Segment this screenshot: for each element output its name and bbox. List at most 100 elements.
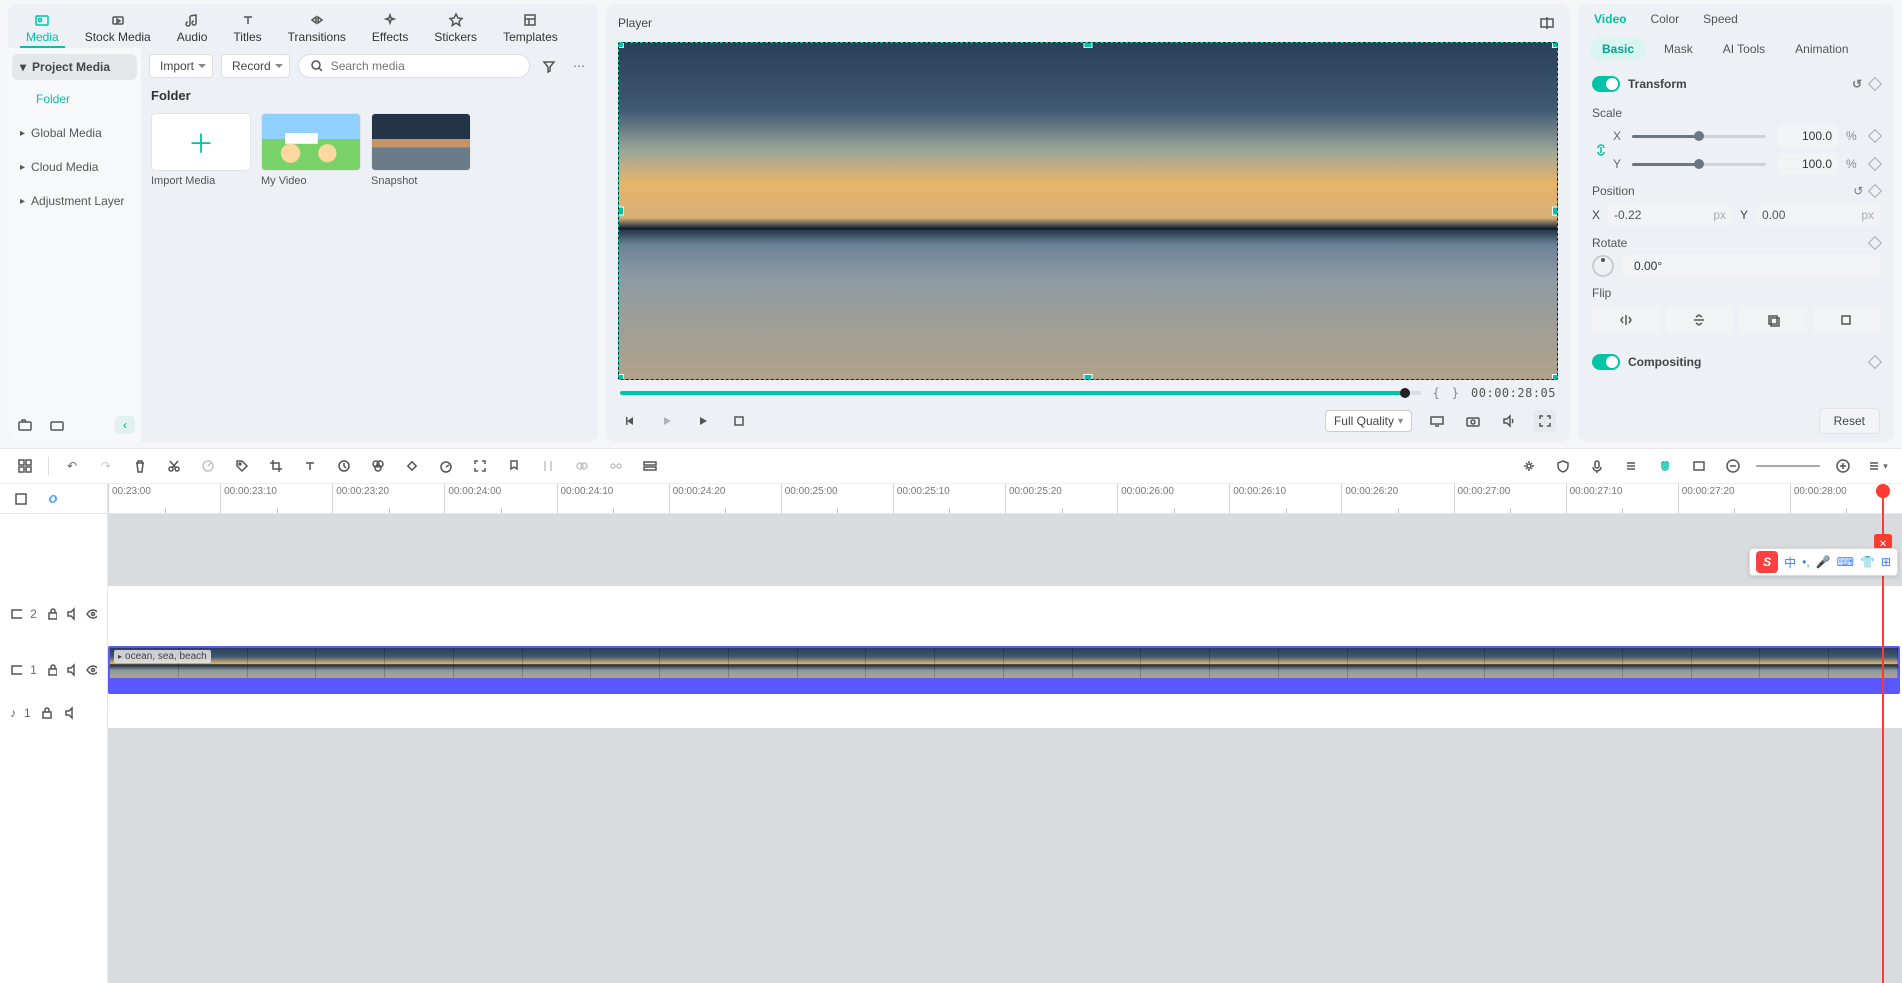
link-lock-icon[interactable]	[1593, 142, 1609, 158]
tag-icon[interactable]	[231, 455, 253, 477]
eye-icon[interactable]	[85, 662, 97, 678]
ime-shirt-icon[interactable]: 👕	[1860, 555, 1875, 569]
flip-vertical-button[interactable]	[1666, 306, 1734, 334]
props-tab-color[interactable]: Color	[1650, 12, 1679, 30]
scale-y-slider[interactable]	[1632, 163, 1766, 166]
lock-icon[interactable]	[45, 606, 57, 622]
compositing-keyframe[interactable]	[1868, 355, 1882, 369]
project-media-header[interactable]: ▾Project Media	[12, 54, 137, 80]
redo-icon[interactable]: ↷	[95, 455, 117, 477]
track-a1[interactable]	[108, 698, 1902, 728]
voice-icon[interactable]	[1586, 455, 1608, 477]
reset-button[interactable]: Reset	[1819, 408, 1880, 434]
subtab-ai-tools[interactable]: AI Tools	[1711, 38, 1777, 60]
subtab-basic[interactable]: Basic	[1590, 38, 1646, 60]
prev-frame-icon[interactable]	[620, 410, 642, 432]
tab-titles[interactable]: Titles	[227, 10, 267, 48]
adjust-icon[interactable]	[537, 455, 559, 477]
stop-icon[interactable]	[728, 410, 750, 432]
collapse-sidebar-icon[interactable]: ‹	[115, 416, 135, 434]
scale-y-keyframe[interactable]	[1868, 157, 1882, 171]
flip-horizontal-button[interactable]	[1592, 306, 1660, 334]
ungroup-icon[interactable]	[605, 455, 627, 477]
text-tool-icon[interactable]	[299, 455, 321, 477]
mute-icon[interactable]	[63, 705, 79, 721]
mute-icon[interactable]	[65, 662, 77, 678]
cut-icon[interactable]	[163, 455, 185, 477]
shield-icon[interactable]	[1552, 455, 1574, 477]
lock-icon[interactable]	[45, 662, 57, 678]
more-icon[interactable]: ⋯	[568, 55, 590, 77]
mark-out-icon[interactable]: }	[1452, 386, 1459, 400]
volume-icon[interactable]	[1498, 410, 1520, 432]
scale-y-value[interactable]: 100.0	[1778, 153, 1838, 175]
zoom-out-icon[interactable]	[1722, 455, 1744, 477]
tab-media[interactable]: Media	[20, 10, 65, 48]
eye-icon[interactable]	[85, 606, 97, 622]
clip-ocean[interactable]: ocean, sea, beach	[108, 646, 1900, 694]
transform-reset-icon[interactable]: ↺	[1852, 77, 1862, 91]
undo-icon[interactable]: ↶	[61, 455, 83, 477]
compare-icon[interactable]	[1536, 12, 1558, 34]
tl-collapse-icon[interactable]	[10, 488, 32, 510]
tab-effects[interactable]: Effects	[366, 10, 414, 48]
keyframe-tool-icon[interactable]	[401, 455, 423, 477]
tab-stock-media[interactable]: Stock Media	[79, 10, 157, 48]
pos-x-input[interactable]: -0.22px	[1608, 204, 1732, 226]
speed-ramp-icon[interactable]	[435, 455, 457, 477]
tl-layout-icon[interactable]	[14, 455, 36, 477]
tab-transitions[interactable]: Transitions	[282, 10, 352, 48]
scrub-bar[interactable]	[620, 391, 1421, 395]
tab-audio[interactable]: Audio	[171, 10, 214, 48]
track-head-v2[interactable]: 2	[0, 586, 107, 642]
track-v2[interactable]	[108, 586, 1902, 642]
transform-keyframe-icon[interactable]	[1868, 77, 1882, 91]
color-tool-icon[interactable]	[367, 455, 389, 477]
delete-icon[interactable]	[129, 455, 151, 477]
mute-icon[interactable]	[65, 606, 77, 622]
rotate-dial[interactable]	[1592, 255, 1614, 277]
tl-link-icon[interactable]	[42, 488, 64, 510]
flip-reset-button[interactable]	[1813, 306, 1881, 334]
sidebar-adjustment-layer[interactable]: Adjustment Layer	[12, 186, 137, 216]
quality-dropdown[interactable]: Full Quality	[1325, 410, 1412, 432]
transform-toggle[interactable]	[1592, 76, 1620, 92]
pos-y-input[interactable]: 0.00px	[1756, 204, 1880, 226]
fullscreen-icon[interactable]	[1534, 410, 1556, 432]
speed-tool-icon[interactable]	[197, 455, 219, 477]
display-icon[interactable]	[1426, 410, 1448, 432]
marker-tool-icon[interactable]	[503, 455, 525, 477]
timeline-ruler[interactable]: 00:23:0000:00:23:1000:00:23:2000:00:24:0…	[108, 484, 1902, 514]
crop-icon[interactable]	[265, 455, 287, 477]
group-icon[interactable]	[571, 455, 593, 477]
props-tab-video[interactable]: Video	[1594, 12, 1626, 30]
play-icon[interactable]	[692, 410, 714, 432]
tab-stickers[interactable]: Stickers	[428, 10, 483, 48]
magnet-icon[interactable]	[1654, 455, 1676, 477]
search-input[interactable]	[331, 59, 519, 73]
ime-mic-icon[interactable]: 🎤	[1816, 555, 1831, 569]
import-dropdown[interactable]: Import	[149, 54, 213, 78]
clip-snapshot[interactable]: Snapshot	[371, 113, 471, 187]
position-keyframe[interactable]	[1868, 184, 1882, 198]
record-dropdown[interactable]: Record	[221, 54, 290, 78]
zoom-slider[interactable]	[1756, 465, 1820, 467]
scale-x-value[interactable]: 100.0	[1778, 125, 1838, 147]
sidebar-cloud-media[interactable]: Cloud Media	[12, 152, 137, 182]
ime-grid-icon[interactable]: ⊞	[1881, 555, 1891, 569]
mark-in-icon[interactable]: {	[1433, 386, 1440, 400]
timeline-tracks[interactable]: 00:23:0000:00:23:1000:00:23:2000:00:24:0…	[108, 484, 1902, 983]
rotate-value[interactable]: 0.00°	[1622, 255, 1880, 277]
props-tab-speed[interactable]: Speed	[1703, 12, 1738, 30]
new-bin-icon[interactable]	[14, 414, 36, 436]
track-v1[interactable]: ocean, sea, beach	[108, 642, 1902, 698]
timeline-options-icon[interactable]: ▾	[1866, 455, 1888, 477]
duration-icon[interactable]	[333, 455, 355, 477]
ime-widget[interactable]: S 中 •, 🎤 ⌨ 👕 ⊞	[1749, 548, 1898, 576]
track-head-a1[interactable]: ♪1	[0, 698, 107, 728]
ime-dot-icon[interactable]: •,	[1802, 555, 1810, 569]
compositing-section-header[interactable]: Compositing	[1592, 346, 1880, 378]
transform-section-header[interactable]: Transform ↺	[1592, 68, 1880, 100]
clip-my-video[interactable]: My Video	[261, 113, 361, 187]
list-icon[interactable]	[1620, 455, 1642, 477]
